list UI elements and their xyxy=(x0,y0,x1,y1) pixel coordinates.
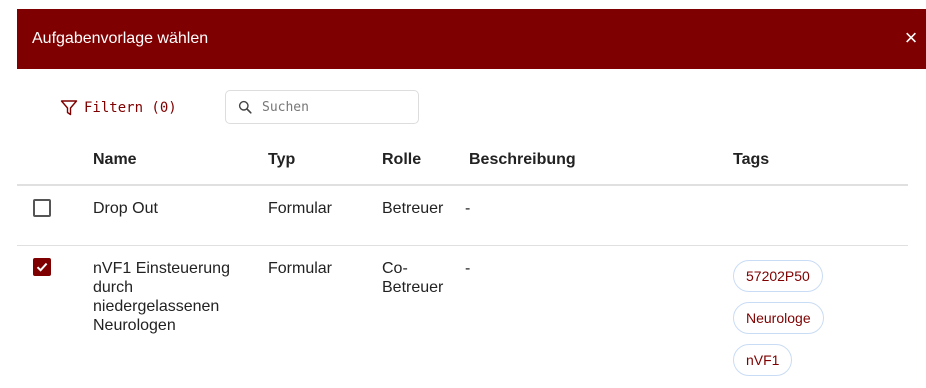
search-box[interactable] xyxy=(225,90,419,124)
row-type: Formular xyxy=(268,200,333,217)
row-type: Formular xyxy=(268,260,333,277)
row-role: Co- Betreuer xyxy=(382,259,443,297)
row-description: - xyxy=(465,260,471,277)
dialog-title: Aufgabenvorlage wählen xyxy=(32,30,209,47)
row-role-line: Co- xyxy=(382,260,408,277)
row-name: nVF1 Einsteuerung durch niedergelassenen… xyxy=(93,259,263,335)
search-icon xyxy=(238,100,252,114)
row-name-line: Neurologen xyxy=(93,317,176,334)
column-header-tags[interactable]: Tags xyxy=(733,151,769,169)
checkmark-icon xyxy=(36,262,48,272)
filter-button[interactable]: Filtern (0) xyxy=(60,97,177,119)
row-divider xyxy=(17,245,908,246)
header-divider xyxy=(17,184,908,186)
row-role: Betreuer xyxy=(382,200,444,217)
search-input[interactable] xyxy=(260,98,404,116)
dialog-header: Aufgabenvorlage wählen × xyxy=(17,9,926,69)
row-role-line: Betreuer xyxy=(382,279,444,296)
tag-chip[interactable]: 57202P50 xyxy=(733,260,823,292)
row-name-line: durch xyxy=(93,279,134,296)
row-checkbox-nvf1[interactable] xyxy=(33,258,51,276)
row-description: - xyxy=(465,200,471,217)
column-header-name[interactable]: Name xyxy=(93,151,137,169)
column-header-type[interactable]: Typ xyxy=(268,151,295,169)
tag-chip[interactable]: nVF1 xyxy=(733,344,793,376)
row-name-line: niedergelassenen xyxy=(93,298,220,315)
column-header-description[interactable]: Beschreibung xyxy=(469,151,576,169)
tag-chip[interactable]: Neurologe xyxy=(733,302,824,334)
column-header-role[interactable]: Rolle xyxy=(382,151,421,169)
row-name: Drop Out xyxy=(93,200,158,217)
close-icon[interactable]: × xyxy=(896,23,926,53)
task-template-dialog: Aufgabenvorlage wählen × Filtern (0) Nam… xyxy=(0,0,926,388)
row-checkbox-drop-out[interactable] xyxy=(33,199,51,217)
filter-label: Filtern (0) xyxy=(84,100,177,116)
row-name-line: nVF1 Einsteuerung xyxy=(93,260,230,277)
funnel-icon xyxy=(60,100,78,116)
